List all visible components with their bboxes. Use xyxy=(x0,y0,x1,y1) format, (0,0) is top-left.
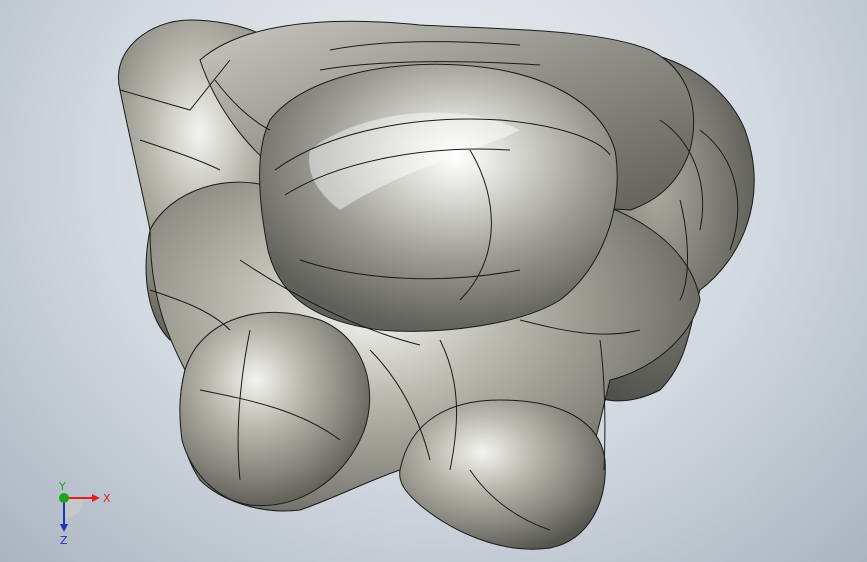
graphics-viewport[interactable]: X Y Z xyxy=(0,0,867,562)
y-axis-icon xyxy=(59,493,69,503)
coordinate-triad: X Y Z xyxy=(58,480,111,547)
front-right-lobe xyxy=(399,399,606,550)
x-axis-label: X xyxy=(103,492,111,505)
top-dome xyxy=(259,63,618,332)
cad-part-model[interactable] xyxy=(0,0,867,562)
y-axis-label: Y xyxy=(58,480,66,493)
z-axis-label: Z xyxy=(60,534,68,547)
